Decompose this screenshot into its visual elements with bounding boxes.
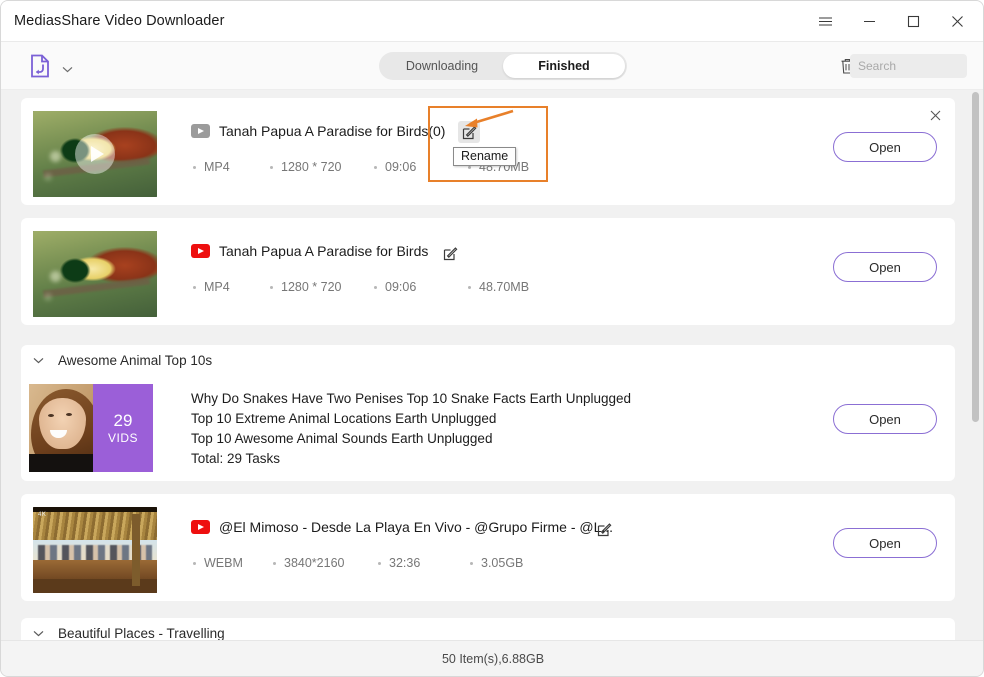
item-title-row: Tanah Papua A Paradise for Birds [191, 243, 428, 259]
item-title: @El Mimoso - Desde La Playa En Vivo - @G… [219, 519, 613, 535]
group-header[interactable]: Awesome Animal Top 10s [21, 345, 955, 375]
window-controls [803, 1, 979, 42]
meta-duration: 32:36 [376, 556, 468, 570]
search-input[interactable] [850, 54, 967, 78]
tab-downloading[interactable]: Downloading [381, 54, 503, 78]
item-meta: WEBM 3840*2160 32:36 3.05GB [191, 556, 523, 570]
document-download-icon[interactable] [29, 54, 51, 83]
remove-item-icon[interactable] [927, 107, 943, 123]
view-tabs: Downloading Finished [379, 52, 627, 80]
meta-format: MP4 [191, 160, 268, 174]
playlist-thumbnail[interactable]: 29 VIDS [29, 384, 153, 472]
group-header[interactable]: Beautiful Places - Travelling [21, 618, 955, 641]
maximize-icon[interactable] [891, 3, 935, 41]
playlist-title-line: Why Do Snakes Have Two Penises Top 10 Sn… [191, 389, 631, 409]
playlist-title-line: Top 10 Extreme Animal Locations Earth Un… [191, 409, 631, 429]
app-window: MediasShare Video Downloader [0, 0, 984, 677]
menu-icon[interactable] [803, 3, 847, 41]
playlist-count-unit: VIDS [108, 431, 138, 446]
video-thumbnail[interactable]: 4K [33, 507, 157, 593]
playlist-titles: Why Do Snakes Have Two Penises Top 10 Sn… [191, 389, 631, 469]
chevron-down-icon[interactable] [33, 630, 44, 637]
item-title-row: Tanah Papua A Paradise for Birds(0) [191, 123, 445, 139]
meta-format: WEBM [191, 556, 271, 570]
list-item[interactable]: 4K @El Mimoso - Desde La Playa En Vivo -… [21, 494, 955, 601]
status-bar: 50 Item(s),6.88GB [1, 640, 984, 676]
source-badge-youtube [191, 244, 210, 258]
title-bar: MediasShare Video Downloader [1, 1, 984, 42]
meta-size: 48.70MB [466, 280, 529, 294]
open-button[interactable]: Open [833, 132, 937, 162]
source-badge-generic [191, 124, 210, 138]
open-button[interactable]: Open [833, 252, 937, 282]
item-title: Tanah Papua A Paradise for Birds [219, 243, 428, 259]
chevron-down-icon[interactable] [33, 357, 44, 364]
meta-duration: 09:06 [372, 160, 466, 174]
meta-resolution: 1280 * 720 [268, 160, 372, 174]
item-title-row: @El Mimoso - Desde La Playa En Vivo - @G… [191, 519, 613, 535]
rename-icon[interactable] [593, 518, 615, 540]
annotation-arrow [456, 109, 516, 131]
open-button[interactable]: Open [833, 404, 937, 434]
meta-size: 3.05GB [468, 556, 523, 570]
playlist-item[interactable]: 29 VIDS Why Do Snakes Have Two Penises T… [21, 375, 955, 481]
group-label: Awesome Animal Top 10s [58, 353, 212, 368]
meta-format: MP4 [191, 280, 268, 294]
vertical-scrollbar[interactable] [971, 92, 980, 632]
rename-tooltip: Rename [453, 147, 516, 166]
tab-finished[interactable]: Finished [503, 54, 625, 78]
chevron-down-icon[interactable] [62, 60, 73, 78]
play-icon[interactable] [75, 134, 115, 174]
video-thumbnail[interactable] [33, 231, 157, 317]
item-title: Tanah Papua A Paradise for Birds(0) [219, 123, 445, 139]
scrollbar-thumb[interactable] [972, 92, 979, 422]
source-badge-youtube [191, 520, 210, 534]
group-label: Beautiful Places - Travelling [58, 626, 225, 641]
playlist-count: 29 [114, 410, 133, 431]
playlist-total: Total: 29 Tasks [191, 449, 631, 469]
meta-duration: 09:06 [372, 280, 466, 294]
meta-resolution: 3840*2160 [271, 556, 376, 570]
rename-icon[interactable] [439, 242, 461, 264]
meta-resolution: 1280 * 720 [268, 280, 372, 294]
item-meta: MP4 1280 * 720 09:06 48.70MB [191, 280, 529, 294]
open-button[interactable]: Open [833, 528, 937, 558]
list-item[interactable]: Tanah Papua A Paradise for Birds MP4 128… [21, 218, 955, 325]
video-thumbnail[interactable] [33, 111, 157, 197]
playlist-title-line: Top 10 Awesome Animal Sounds Earth Unplu… [191, 429, 631, 449]
app-title: MediasShare Video Downloader [14, 13, 225, 29]
close-icon[interactable] [935, 3, 979, 41]
download-list: Tanah Papua A Paradise for Birds(0) MP4 … [1, 90, 984, 641]
toolbar: Downloading Finished [1, 42, 984, 90]
status-text: 50 Item(s),6.88GB [442, 652, 544, 666]
minimize-icon[interactable] [847, 3, 891, 41]
playlist-count-badge: 29 VIDS [93, 384, 153, 472]
download-menu[interactable] [29, 54, 73, 83]
